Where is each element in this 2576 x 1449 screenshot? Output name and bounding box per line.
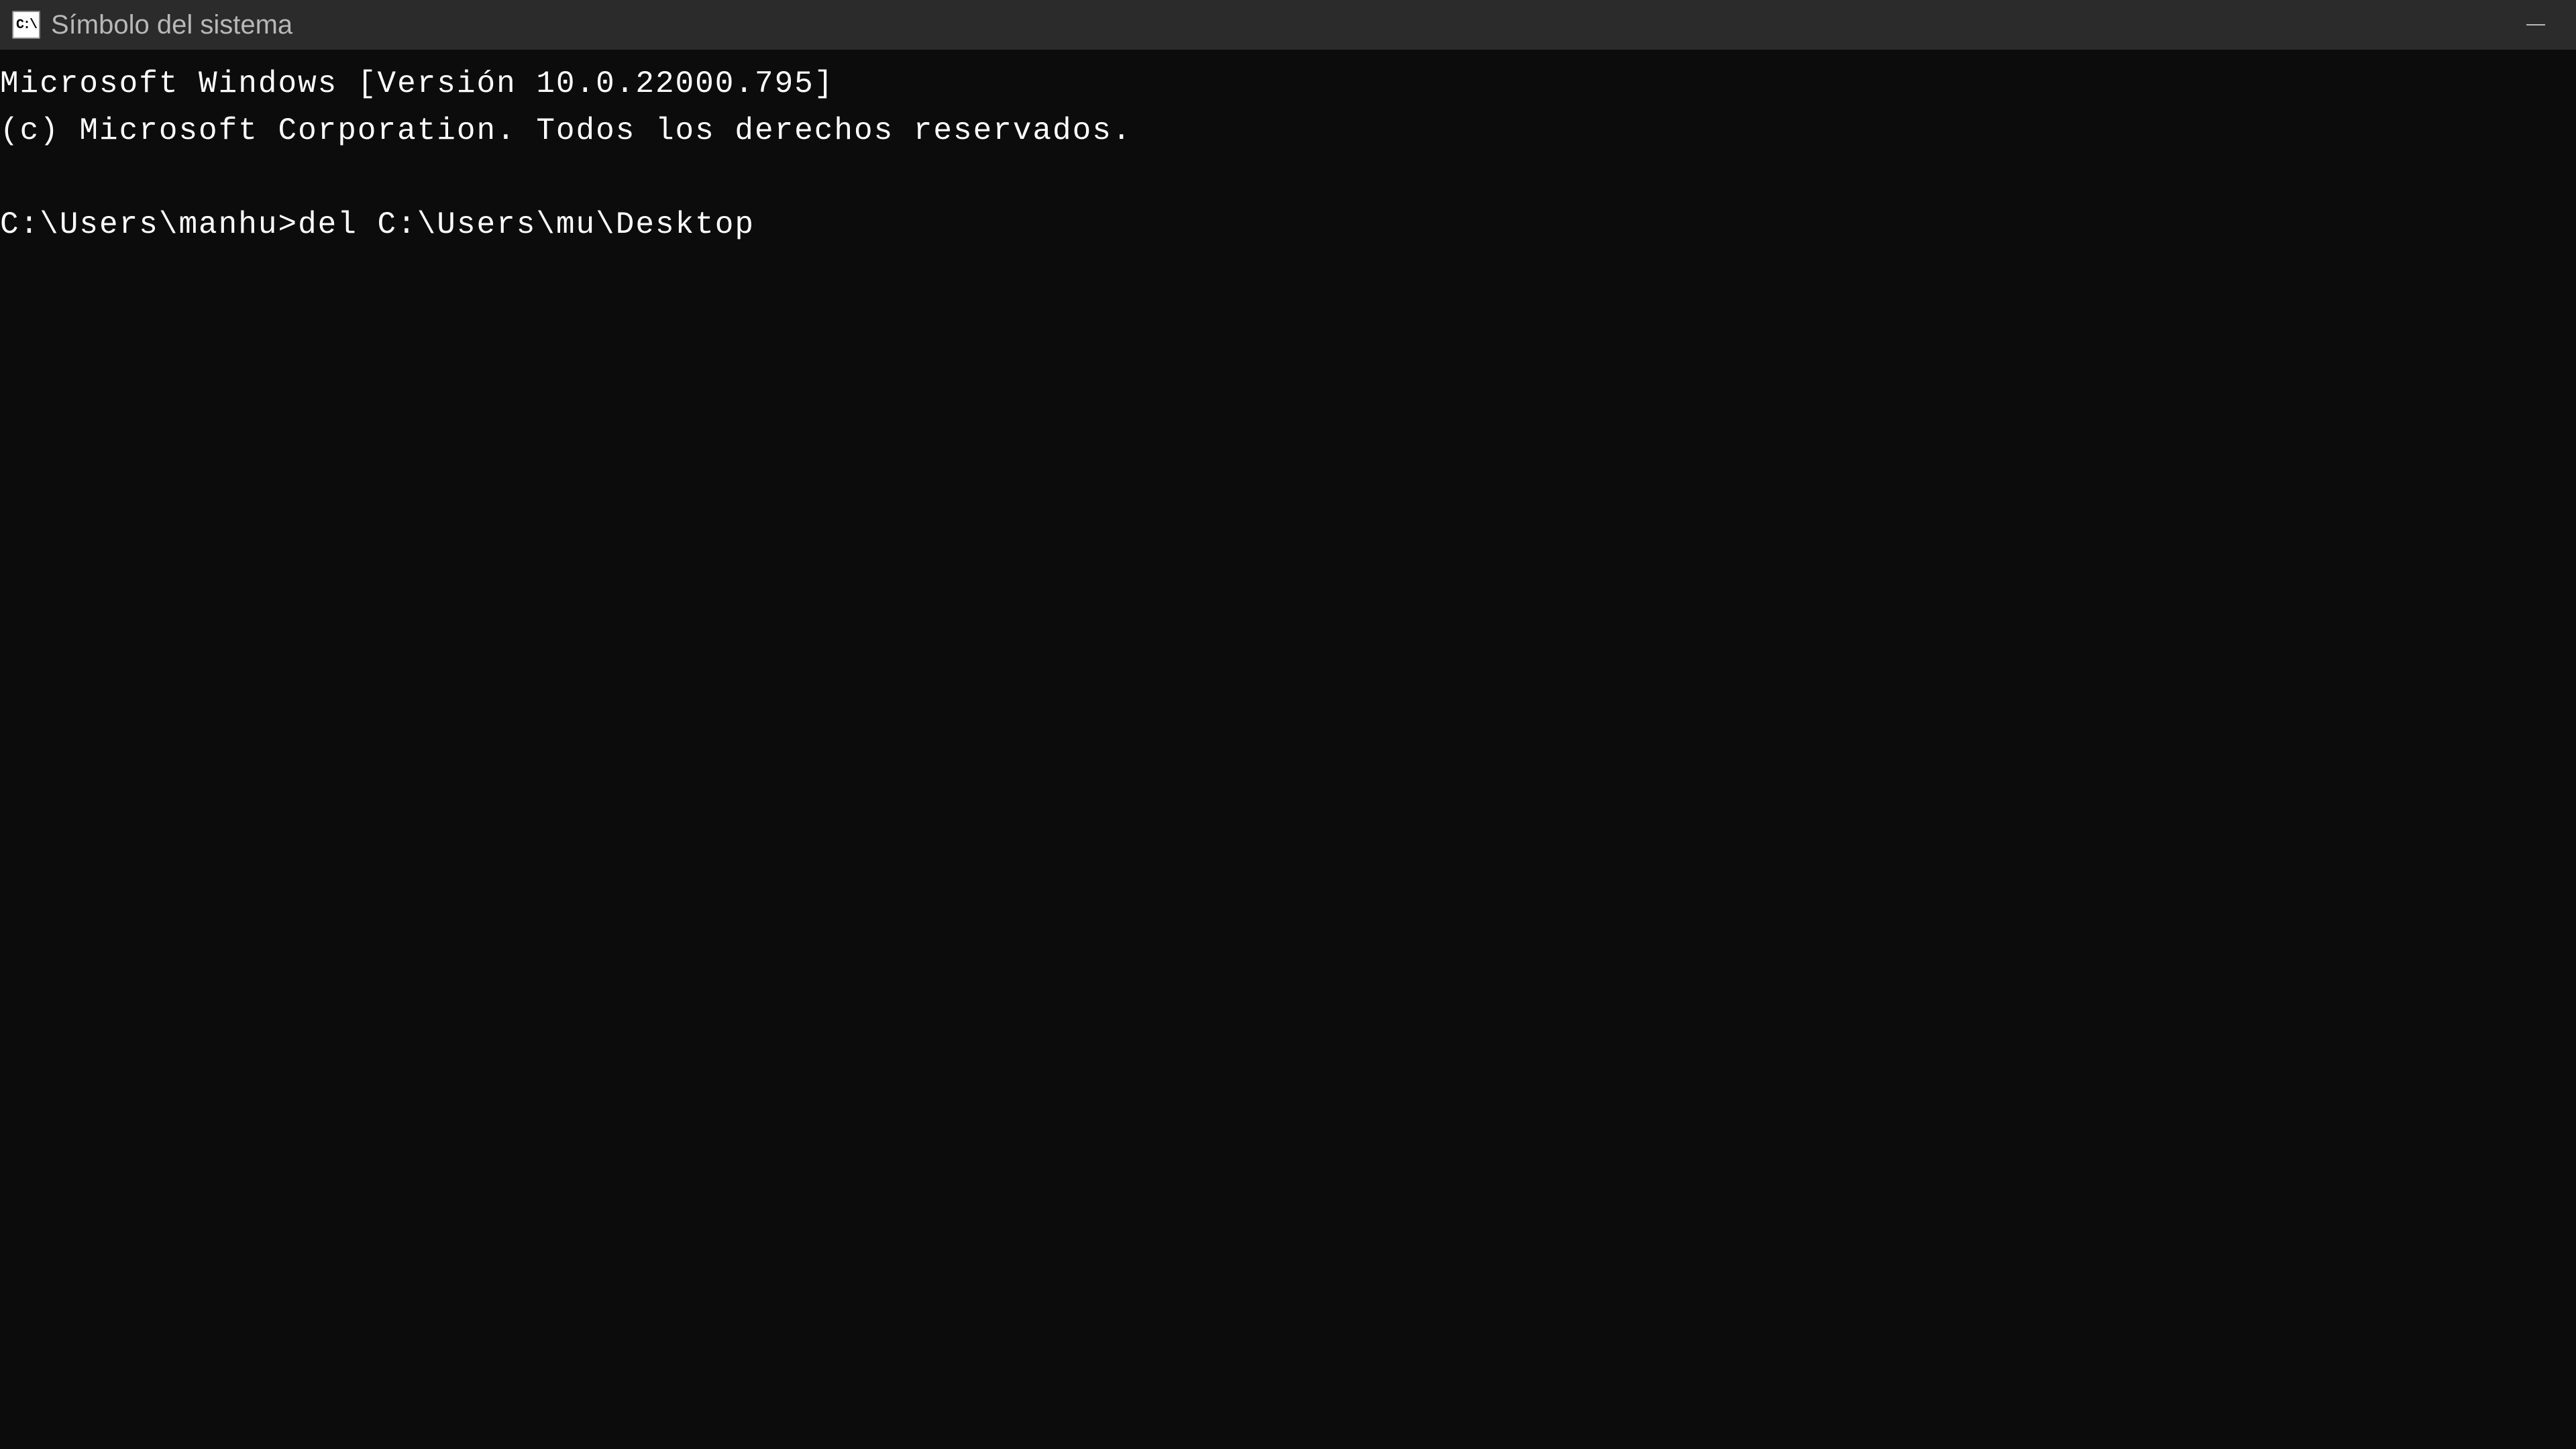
version-line: Microsoft Windows [Versión 10.0.22000.79… [0,60,2576,107]
window-titlebar[interactable]: C:\ Símbolo del sistema [0,0,2576,50]
titlebar-left: C:\ Símbolo del sistema [12,10,292,40]
terminal-output[interactable]: Microsoft Windows [Versión 10.0.22000.79… [0,50,2576,1449]
minimize-button[interactable] [2496,0,2576,50]
window-title: Símbolo del sistema [51,10,292,40]
copyright-line: (c) Microsoft Corporation. Todos los der… [0,107,2576,154]
blank-line [0,154,2576,201]
prompt-text: C:\Users\manhu> [0,201,298,248]
command-prompt-line: C:\Users\manhu>del C:\Users\mu\Desktop [0,201,2576,248]
cmd-icon: C:\ [12,11,40,39]
minimize-icon [2526,24,2545,25]
window-controls [2496,0,2576,50]
command-input[interactable]: del C:\Users\mu\Desktop [298,201,755,248]
